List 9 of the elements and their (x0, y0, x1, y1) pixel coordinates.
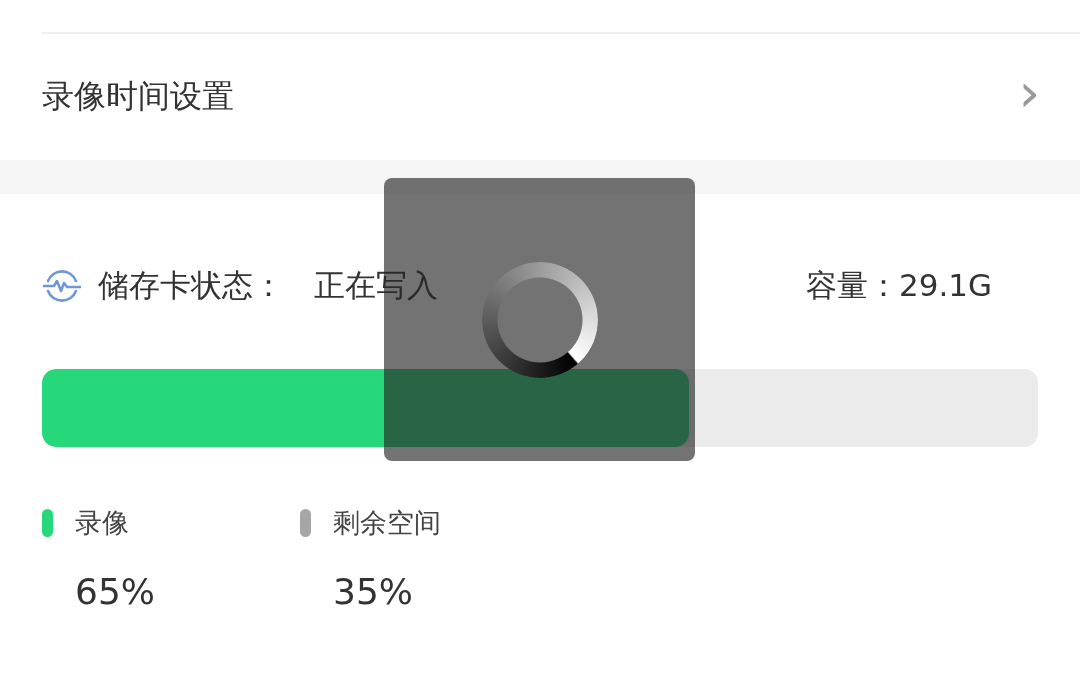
percent-text: 35% (333, 571, 414, 612)
chevron-icon: › (1018, 66, 1040, 120)
capacity-text: 容量：29.1G (805, 266, 992, 305)
legend-label: 录像 (75, 506, 129, 540)
storage-label: 储存卡状态： (98, 266, 284, 305)
settings-row[interactable]: 录像时间设置 › (0, 34, 1080, 160)
percent-text: 65% (75, 571, 156, 612)
row-label: 录像时间设置 (42, 76, 234, 117)
legend-label: 剩余空间 (333, 506, 441, 540)
